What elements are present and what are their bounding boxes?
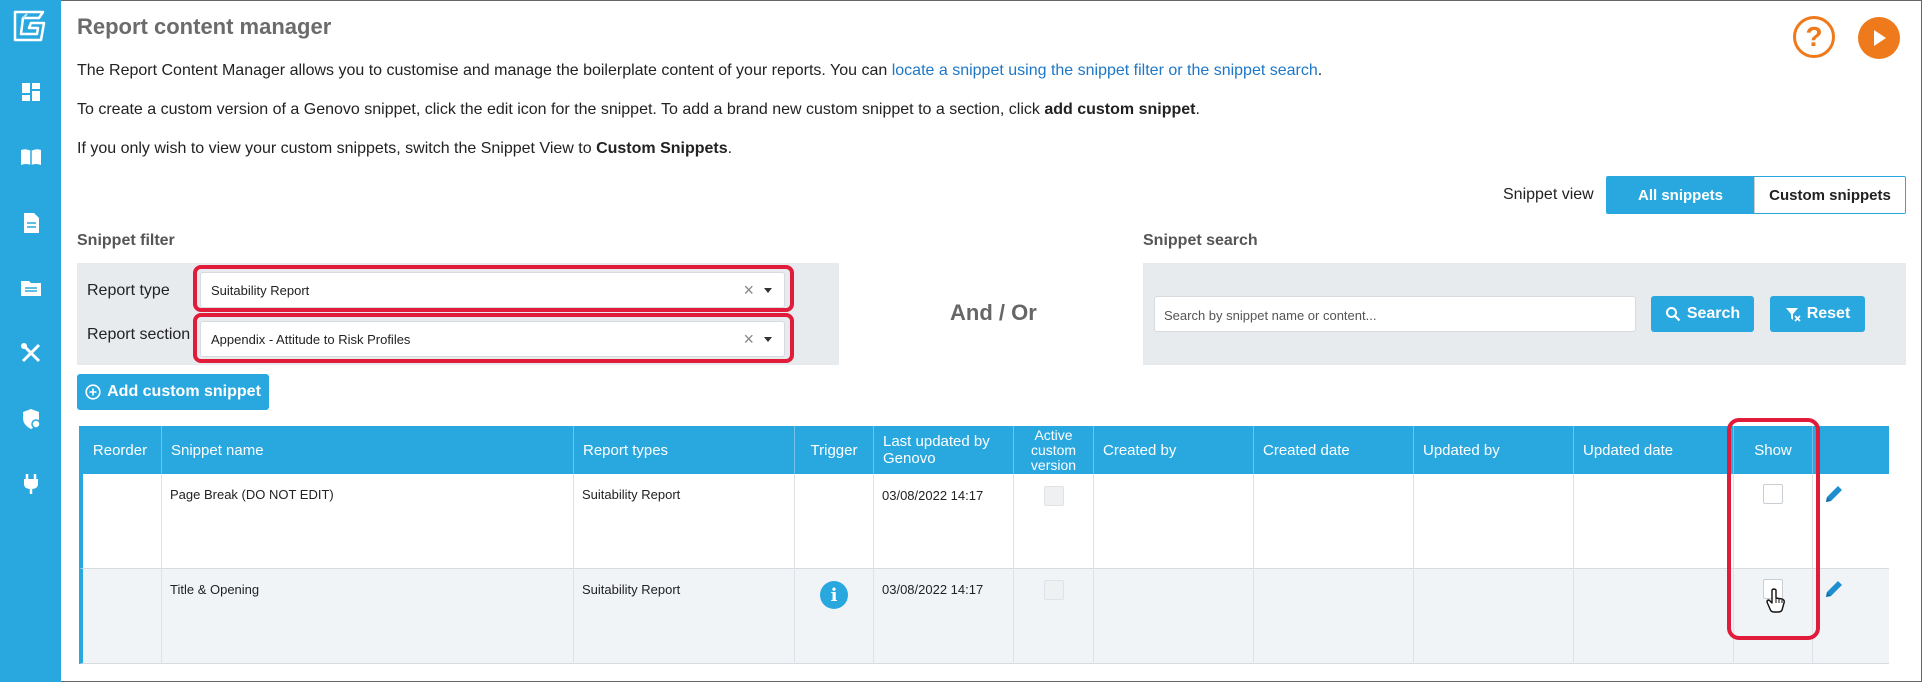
- column-header-last-updated[interactable]: Last updated by Genovo: [873, 426, 1013, 474]
- reset-button[interactable]: Reset: [1770, 296, 1865, 332]
- nav-tools[interactable]: [0, 331, 61, 375]
- snippet-view-toggle: All snippets Custom snippets: [1606, 176, 1906, 214]
- add-custom-snippet-label: Add custom snippet: [107, 383, 261, 400]
- shield-icon: [22, 409, 41, 429]
- snippet-search-title: Snippet search: [1143, 232, 1258, 249]
- intro-text: .: [1195, 101, 1200, 118]
- add-custom-snippet-button[interactable]: Add custom snippet: [77, 374, 269, 410]
- column-divider: [1093, 474, 1094, 664]
- active-custom-version-checkbox: [1044, 486, 1064, 506]
- row-last-updated: 03/08/2022 14:17: [882, 582, 984, 597]
- tools-icon: [20, 343, 40, 363]
- plug-icon: [23, 474, 38, 494]
- row-snippet-name: Page Break (DO NOT EDIT): [170, 487, 334, 502]
- column-divider: [1253, 474, 1254, 664]
- nav-dashboard[interactable]: [0, 70, 61, 114]
- column-header-actions: [1812, 426, 1889, 474]
- intro-paragraph-3: If you only wish to view your custom sni…: [77, 140, 732, 158]
- intro-paragraph-2: To create a custom version of a Genovo s…: [77, 101, 1200, 119]
- highlight-report-type: [193, 265, 794, 312]
- page-title: Report content manager: [77, 14, 332, 39]
- snippet-filter-title: Snippet filter: [77, 232, 175, 249]
- custom-snippets-option[interactable]: Custom snippets: [1754, 177, 1905, 213]
- and-or-label: And / Or: [950, 300, 1037, 325]
- nav-library[interactable]: [0, 135, 61, 179]
- info-icon[interactable]: i: [820, 581, 848, 609]
- snippet-table-header: Reorder Snippet name Report types Trigge…: [79, 426, 1889, 474]
- pencil-icon[interactable]: [1823, 483, 1845, 505]
- column-header-created-by[interactable]: Created by: [1093, 426, 1253, 474]
- report-section-label: Report section: [87, 326, 191, 343]
- column-header-updated-date[interactable]: Updated date: [1573, 426, 1733, 474]
- column-divider: [1013, 474, 1014, 664]
- column-header-text: version: [1030, 456, 1077, 473]
- search-icon: [1665, 307, 1681, 322]
- document-icon: [23, 213, 39, 233]
- folder-icon: [20, 281, 41, 296]
- filter-clear-icon: [1785, 308, 1801, 322]
- nav-folders[interactable]: [0, 266, 61, 310]
- intro-paragraph-1: The Report Content Manager allows you to…: [77, 62, 1322, 80]
- row-last-updated: 03/08/2022 14:17: [882, 488, 984, 503]
- locate-snippet-link[interactable]: locate a snippet using the snippet filte…: [892, 62, 1318, 79]
- active-custom-version-checkbox: [1044, 580, 1064, 600]
- play-icon: [1874, 30, 1886, 46]
- all-snippets-option[interactable]: All snippets: [1607, 177, 1755, 213]
- table-row: [79, 474, 1889, 569]
- column-header-updated-by[interactable]: Updated by: [1413, 426, 1573, 474]
- column-divider: [161, 474, 162, 664]
- column-header-text: Active: [1034, 426, 1073, 443]
- search-button[interactable]: Search: [1651, 296, 1754, 332]
- column-divider: [873, 474, 874, 664]
- intro-bold: add custom snippet: [1044, 101, 1196, 118]
- book-icon: [20, 149, 41, 165]
- intro-text: If you only wish to view your custom sni…: [77, 140, 597, 157]
- column-header-text: custom: [1030, 441, 1077, 458]
- column-header-text: Genovo: [883, 450, 936, 467]
- nav-documents[interactable]: [0, 201, 61, 245]
- column-divider: [1413, 474, 1414, 664]
- column-header-reorder: Reorder: [92, 441, 148, 459]
- row-snippet-name: Title & Opening: [170, 582, 260, 597]
- intro-text: To create a custom version of a Genovo s…: [77, 101, 1045, 118]
- play-tour-button[interactable]: [1858, 17, 1900, 59]
- nav-integrations[interactable]: [0, 462, 61, 506]
- highlight-report-section: [193, 313, 794, 363]
- nav-security[interactable]: [0, 397, 61, 441]
- search-placeholder: Search by snippet name or content...: [1164, 308, 1377, 323]
- app-logo[interactable]: [11, 8, 47, 44]
- intro-text: .: [727, 140, 733, 157]
- intro-text: .: [1317, 62, 1323, 79]
- column-divider: [1573, 474, 1574, 664]
- intro-text: The Report Content Manager allows you to…: [77, 62, 892, 79]
- snippet-view-label: Snippet view: [1503, 186, 1594, 203]
- column-divider: [794, 474, 795, 664]
- dashboard-icon: [21, 83, 40, 101]
- column-header-active-custom-version: Active custom version: [1013, 426, 1093, 474]
- row-report-types: Suitability Report: [582, 582, 681, 597]
- sidebar: [0, 0, 61, 682]
- search-button-label: Search: [1686, 305, 1741, 322]
- table-row: [79, 569, 1889, 664]
- search-input[interactable]: Search by snippet name or content...: [1154, 296, 1636, 332]
- column-header-snippet-name[interactable]: Snippet name: [161, 426, 573, 474]
- column-header-created-date[interactable]: Created date: [1253, 426, 1413, 474]
- column-header-report-types[interactable]: Report types: [573, 426, 794, 474]
- plus-circle-icon: [85, 384, 101, 400]
- column-divider: [573, 474, 574, 664]
- help-button[interactable]: ?: [1793, 16, 1835, 58]
- column-header-trigger: Trigger: [794, 426, 873, 474]
- report-type-label: Report type: [87, 282, 170, 299]
- pencil-icon[interactable]: [1823, 578, 1845, 600]
- reset-button-label: Reset: [1806, 305, 1851, 322]
- intro-bold: Custom Snippets: [596, 140, 728, 157]
- column-header-text: Last updated by: [883, 433, 990, 450]
- highlight-show-column: [1727, 418, 1820, 640]
- help-icon: ?: [1805, 21, 1823, 52]
- row-report-types: Suitability Report: [582, 487, 681, 502]
